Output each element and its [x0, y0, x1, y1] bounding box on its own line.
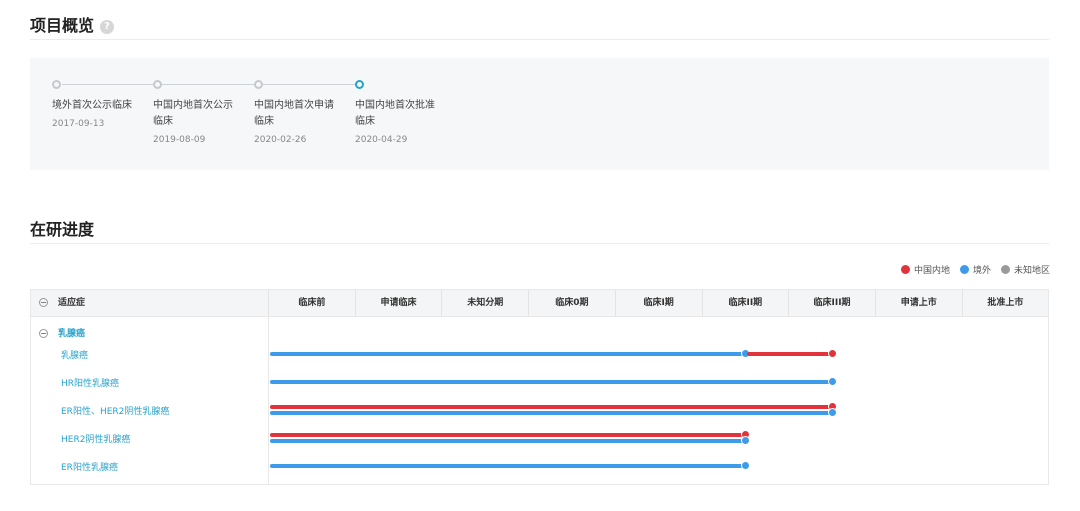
header-phase: 临床II期	[701, 290, 789, 317]
indication-row-label[interactable]: 乳腺癌	[61, 348, 88, 361]
progress-bar[interactable]	[270, 380, 831, 384]
group-row[interactable]: − 乳腺癌	[39, 326, 85, 339]
milestone-dot	[52, 80, 61, 89]
legend-label: 境外	[972, 266, 991, 276]
header-phase: 临床0期	[528, 290, 615, 317]
progress-bar[interactable]	[270, 352, 744, 356]
milestone-dot	[254, 80, 263, 89]
progress-title: 在研进度	[30, 220, 95, 239]
collapse-all-icon[interactable]: −	[39, 298, 48, 307]
globe-icon[interactable]	[740, 461, 750, 470]
column-separator	[268, 317, 269, 484]
globe-icon[interactable]	[827, 408, 837, 417]
table-header: − 适应症 临床前 申请临床 未知分期 临床0期 临床I期 临床II期 临床III期 申请上市批…	[31, 290, 1048, 317]
unknown-region-icon	[1000, 265, 1010, 274]
indication-row-label[interactable]: ER阳性乳腺癌	[61, 460, 118, 473]
progress-bar[interactable]	[270, 405, 831, 409]
header-phase: 批准上市	[961, 290, 1049, 317]
globe-icon[interactable]	[827, 377, 837, 386]
milestone-name: 境外首次公示临床	[52, 100, 132, 111]
progress-bar[interactable]	[746, 352, 831, 356]
progress-bar[interactable]	[270, 439, 744, 443]
legend-label: 中国内地	[913, 266, 950, 276]
indication-row-label[interactable]: HR阳性乳腺癌	[61, 376, 119, 389]
legend-item-unknown[interactable]: 未知地区	[1000, 263, 1050, 276]
collapse-group-icon[interactable]: −	[39, 329, 48, 338]
milestone-timeline: 境外首次公示临床 2017-09-13 中国内地首次公示临床 2019-08-0…	[30, 58, 1049, 170]
progress-divider	[30, 243, 1049, 244]
milestone-name: 中国内地首次公示临床	[153, 100, 233, 127]
overview-title: 项目概览?	[30, 12, 115, 36]
group-label: 乳腺癌	[58, 329, 86, 339]
globe-icon[interactable]	[740, 436, 750, 445]
legend-item-mainland[interactable]: 中国内地	[900, 263, 950, 276]
header-phase: 未知分期	[441, 290, 528, 317]
header-indication-label: 适应症	[58, 298, 86, 308]
page: 项目概览? 境外首次公示临床 2017-09-13 中国内地首次公示临床 201…	[0, 0, 1080, 511]
overview-divider	[30, 39, 1049, 40]
legend-item-overseas[interactable]: 境外	[959, 263, 991, 276]
milestone-name: 中国内地首次申请临床	[254, 100, 334, 127]
header-phase: 临床前	[268, 290, 355, 317]
mainland-icon	[900, 265, 910, 274]
header-phase: 申请上市	[874, 290, 962, 317]
header-indication[interactable]: − 适应症	[31, 290, 268, 317]
header-phase: 临床I期	[614, 290, 702, 317]
legend: 中国内地 境外 未知地区	[900, 263, 1050, 276]
help-icon[interactable]: ?	[100, 20, 115, 34]
overview-title-text: 项目概览	[30, 16, 95, 35]
indication-row-label[interactable]: HER2阴性乳腺癌	[61, 432, 130, 445]
legend-label: 未知地区	[1013, 266, 1050, 276]
globe-icon	[959, 265, 969, 274]
header-phase: 申请临床	[354, 290, 442, 317]
progress-table: − 适应症 临床前 申请临床 未知分期 临床0期 临床I期 临床II期 临床III期 申请上市批…	[30, 289, 1049, 485]
header-phase: 临床III期	[788, 290, 875, 317]
mainland-icon[interactable]	[827, 349, 837, 358]
timeline-line	[62, 84, 362, 85]
milestone-name: 中国内地首次批准临床	[355, 100, 435, 127]
milestone-date: 2019-08-09	[153, 135, 206, 145]
milestone-dot-active	[355, 80, 364, 89]
milestone-dot	[153, 80, 162, 89]
progress-bar[interactable]	[270, 464, 744, 468]
progress-bar[interactable]	[270, 411, 831, 415]
milestone-date: 2020-04-29	[355, 135, 408, 145]
progress-bar[interactable]	[270, 433, 744, 437]
milestone-date: 2020-02-26	[254, 135, 307, 145]
indication-row-label[interactable]: ER阳性、HER2阴性乳腺癌	[61, 404, 169, 417]
milestone-date: 2017-09-13	[52, 119, 105, 129]
